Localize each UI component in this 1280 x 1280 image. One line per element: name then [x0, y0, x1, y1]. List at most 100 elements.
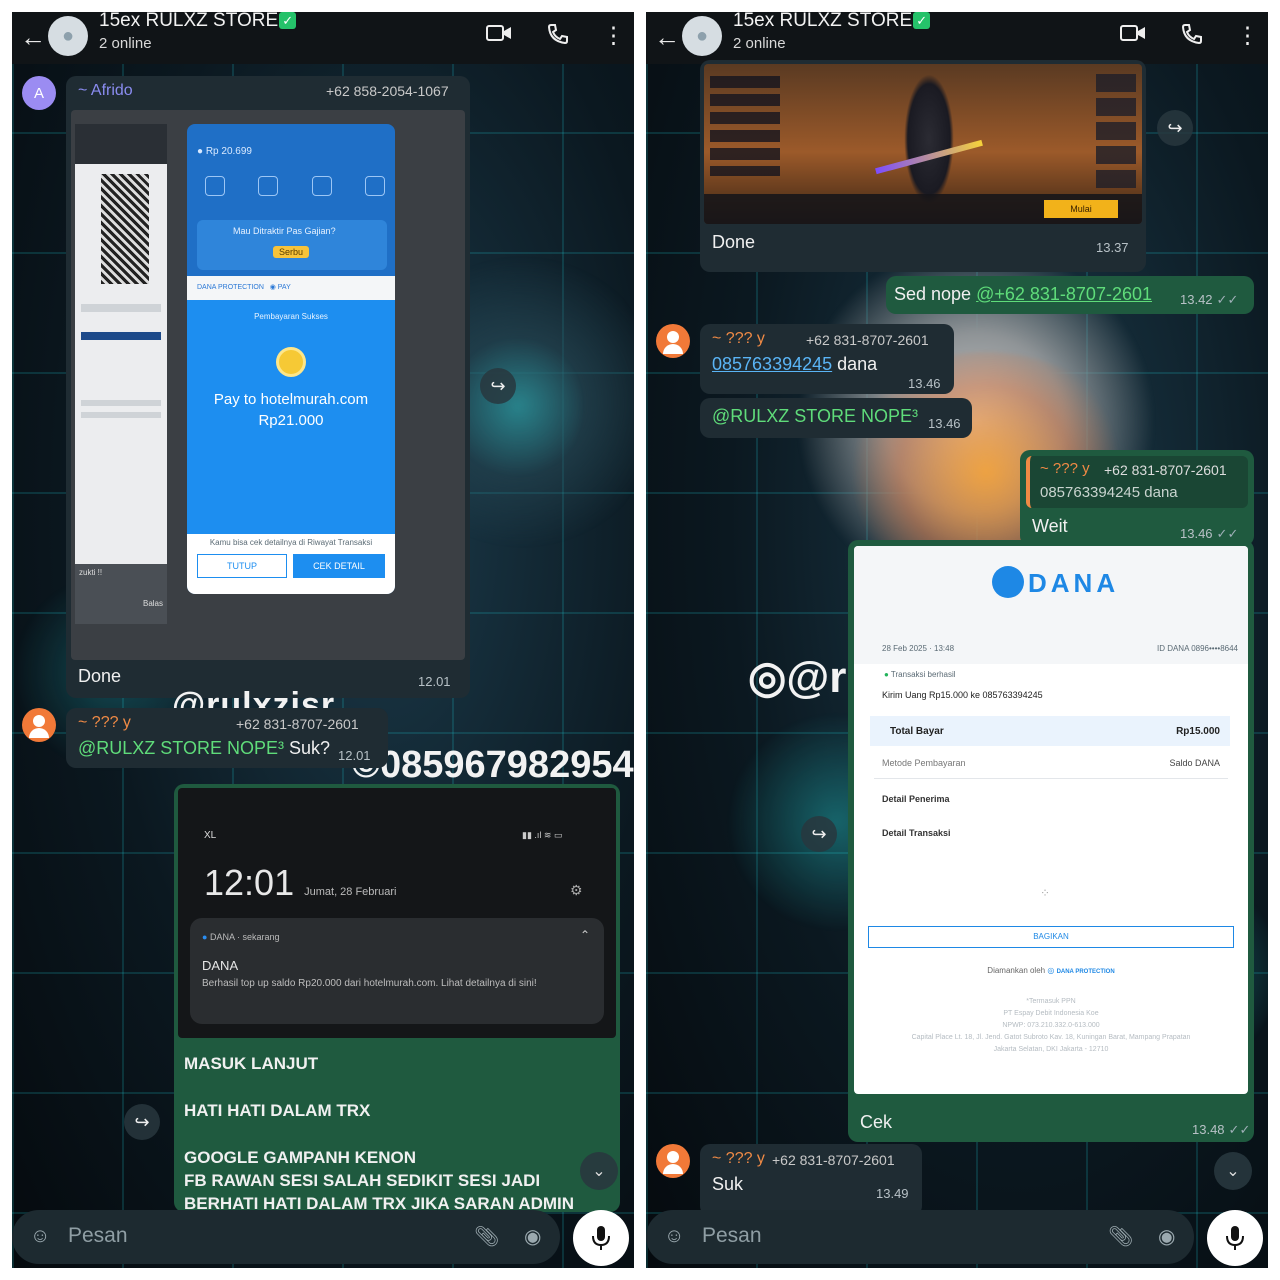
sender-name[interactable]: ~ Afrido [78, 82, 133, 100]
payment-success-sheet: DANA PROTECTION ◉ PAY Pembayaran Sukses … [187, 276, 395, 594]
message-text: 085763394245 dana [712, 354, 878, 374]
image-message[interactable]: Mulai Done 13.37 [700, 60, 1146, 272]
pay-to-label: Pay to hotelmurah.com [213, 391, 369, 408]
screenshot-image[interactable]: DANA 28 Feb 2025 · 13:48 ID DANA 0896•••… [854, 546, 1248, 1094]
text-message[interactable]: @RULXZ STORE NOPE³ 13.46 [700, 398, 972, 438]
mic-icon[interactable] [1207, 1210, 1263, 1266]
sender-name[interactable]: ~ ??? y [78, 714, 131, 732]
voice-call-icon[interactable] [546, 22, 570, 52]
left-card-note: zukti !! [79, 568, 103, 577]
sender-phone: +62 831-8707-2601 [236, 716, 359, 732]
chat-screen-right: ← ● 15ex RULXZ STORE ✓ 2 online ⋮ Mulai D… [646, 12, 1268, 1268]
background-number: ©085967982954 [352, 744, 634, 786]
mention-link[interactable]: @RULXZ STORE NOPE³ [712, 406, 918, 427]
more-icon[interactable]: ⋮ [602, 22, 625, 49]
more-icon[interactable]: ⋮ [1236, 22, 1259, 49]
message-text: @RULXZ STORE NOPE³ Suk? [78, 738, 331, 758]
dana-app-card: ● Rp 20.699 Mau Ditraktir Pas Gajian? Se… [187, 124, 395, 594]
message-text: Weit [1032, 516, 1068, 536]
scroll-down-icon[interactable]: ⌄ [1214, 1152, 1252, 1190]
dana-logo: DANA [992, 566, 1119, 599]
message-time: 13.49 [876, 1186, 909, 1201]
camera-icon[interactable]: ◉ [1158, 1224, 1175, 1249]
group-avatar-icon[interactable]: ● [682, 16, 722, 56]
group-avatar-icon[interactable]: ● [48, 16, 88, 56]
chat-status: 2 online [99, 35, 152, 52]
message-time: 13.46 [928, 416, 961, 431]
back-arrow-icon[interactable]: ← [654, 22, 680, 53]
sender-phone: +62 831-8707-2601 [772, 1152, 895, 1168]
sender-name[interactable]: ~ ??? y [712, 330, 765, 348]
qr-code [101, 174, 149, 284]
message-time: 13.48 ✓✓ [1192, 1122, 1251, 1137]
chat-title[interactable]: 15ex RULXZ STORE ✓ [733, 12, 931, 32]
screenshot-image[interactable]: XL ▮▮ .ıl ≋ ▭ 12:01 Jumat, 28 Februari ⚙… [178, 788, 616, 1038]
message-line: MASUK LANJUT [184, 1054, 319, 1073]
screenshot-image[interactable]: zukti !! Balas ● Rp 20.699 Mau Ditraktir… [71, 110, 465, 660]
message-input-bar[interactable]: ☺ Pesan 📎︎ ◉ [646, 1210, 1194, 1264]
avatar[interactable] [22, 708, 56, 742]
chat-status: 2 online [733, 35, 786, 52]
message-input-bar[interactable]: ☺ Pesan 📎︎ ◉ [12, 1210, 560, 1264]
transfer-description: Kirim Uang Rp15.000 ke 085763394245 [882, 690, 1043, 700]
scroll-down-icon[interactable]: ⌄ [580, 1152, 618, 1190]
dana-balance: ● Rp 20.699 [197, 146, 252, 157]
image-message[interactable]: ~ Afrido +62 858-2054-1067 zukti !! Bala… [66, 76, 470, 698]
message-time: 13.46 [908, 376, 941, 391]
mic-icon[interactable] [573, 1210, 629, 1266]
video-call-icon[interactable] [1120, 22, 1146, 50]
screenshot-image[interactable]: Mulai [704, 64, 1142, 224]
attach-icon[interactable]: 📎︎ [1108, 1224, 1133, 1249]
message-line: FB RAWAN SESI SALAH SEDIKIT SESI JADI [184, 1171, 541, 1190]
sender-name[interactable]: ~ ??? y [712, 1150, 765, 1168]
game-character [904, 74, 954, 204]
chat-title[interactable]: 15ex RULXZ STORE ✓ [99, 12, 297, 32]
caption: Done [712, 232, 756, 252]
camera-icon[interactable]: ◉ [524, 1224, 541, 1249]
message-time: 13.37 [1096, 240, 1129, 255]
emoji-icon[interactable]: ☺ [664, 1225, 684, 1248]
sender-phone: +62 858-2054-1067 [326, 83, 449, 99]
forward-icon[interactable]: ↪ [124, 1104, 160, 1140]
text-message[interactable]: ~ ??? y +62 831-8707-2601 Suk 13.49 [700, 1144, 922, 1216]
quoted-message[interactable]: ~ ??? y +62 831-8707-2601 085763394245 d… [1026, 456, 1248, 508]
voice-call-icon[interactable] [1180, 22, 1204, 52]
avatar[interactable] [656, 324, 690, 358]
verified-icon: ✓ [913, 12, 931, 29]
text-message[interactable]: ~ ??? y +62 831-8707-2601 085763394245 d… [700, 324, 954, 394]
message-input[interactable]: Pesan [68, 1224, 128, 1248]
image-message[interactable]: DANA 28 Feb 2025 · 13:48 ID DANA 0896•••… [848, 540, 1254, 1142]
emoji-icon[interactable]: ☺ [30, 1225, 50, 1248]
message-time: 12.01 [418, 674, 451, 689]
caption: Done [78, 666, 122, 686]
message-text: Sed nope @+62 831-8707-2601 [894, 284, 1152, 304]
attach-icon[interactable]: 📎︎ [474, 1224, 499, 1249]
avatar[interactable] [656, 1144, 690, 1178]
sender-phone: +62 831-8707-2601 [806, 332, 929, 348]
reply-message[interactable]: ~ ??? y +62 831-8707-2601 085763394245 d… [1020, 450, 1254, 546]
share-button: BAGIKAN [868, 926, 1234, 948]
chat-screen-left: ← ● 15ex RULXZ STORE ✓ 2 online ⋮ A ~ Afr… [12, 12, 634, 1268]
pay-amount: Rp21.000 [258, 412, 324, 429]
message-line: GOOGLE GAMPANH KENON [184, 1148, 417, 1167]
text-message[interactable]: ~ ??? y +62 831-8707-2601 @RULXZ STORE N… [66, 708, 388, 768]
forward-icon[interactable]: ↪ [801, 816, 837, 852]
chat-header: ← ● 15ex RULXZ STORE ✓ 2 online ⋮ [646, 12, 1268, 64]
notification-card: ● DANA · sekarang ⌃ DANA Berhasil top up… [190, 918, 604, 1024]
close-button: TUTUP [197, 554, 287, 578]
message-input[interactable]: Pesan [702, 1224, 762, 1248]
forward-icon[interactable]: ↪ [1157, 110, 1193, 146]
background-handle: ◎@r [748, 653, 847, 702]
forward-icon[interactable]: ↪ [480, 368, 516, 404]
image-message[interactable]: XL ▮▮ .ıl ≋ ▭ 12:01 Jumat, 28 Februari ⚙… [174, 784, 620, 1213]
caption: Cek [860, 1112, 893, 1132]
back-arrow-icon[interactable]: ← [20, 22, 46, 53]
total-value: Rp15.000 [1176, 726, 1220, 737]
text-message[interactable]: Sed nope @+62 831-8707-2601 13.42 ✓✓ [886, 276, 1254, 314]
detail-button: CEK DETAIL [293, 554, 385, 578]
avatar[interactable]: A [22, 76, 56, 110]
game-start-button: Mulai [1044, 200, 1118, 218]
video-call-icon[interactable] [486, 22, 512, 50]
chat-header: ← ● 15ex RULXZ STORE ✓ 2 online ⋮ [12, 12, 634, 64]
message-time: 12.01 [338, 748, 371, 763]
